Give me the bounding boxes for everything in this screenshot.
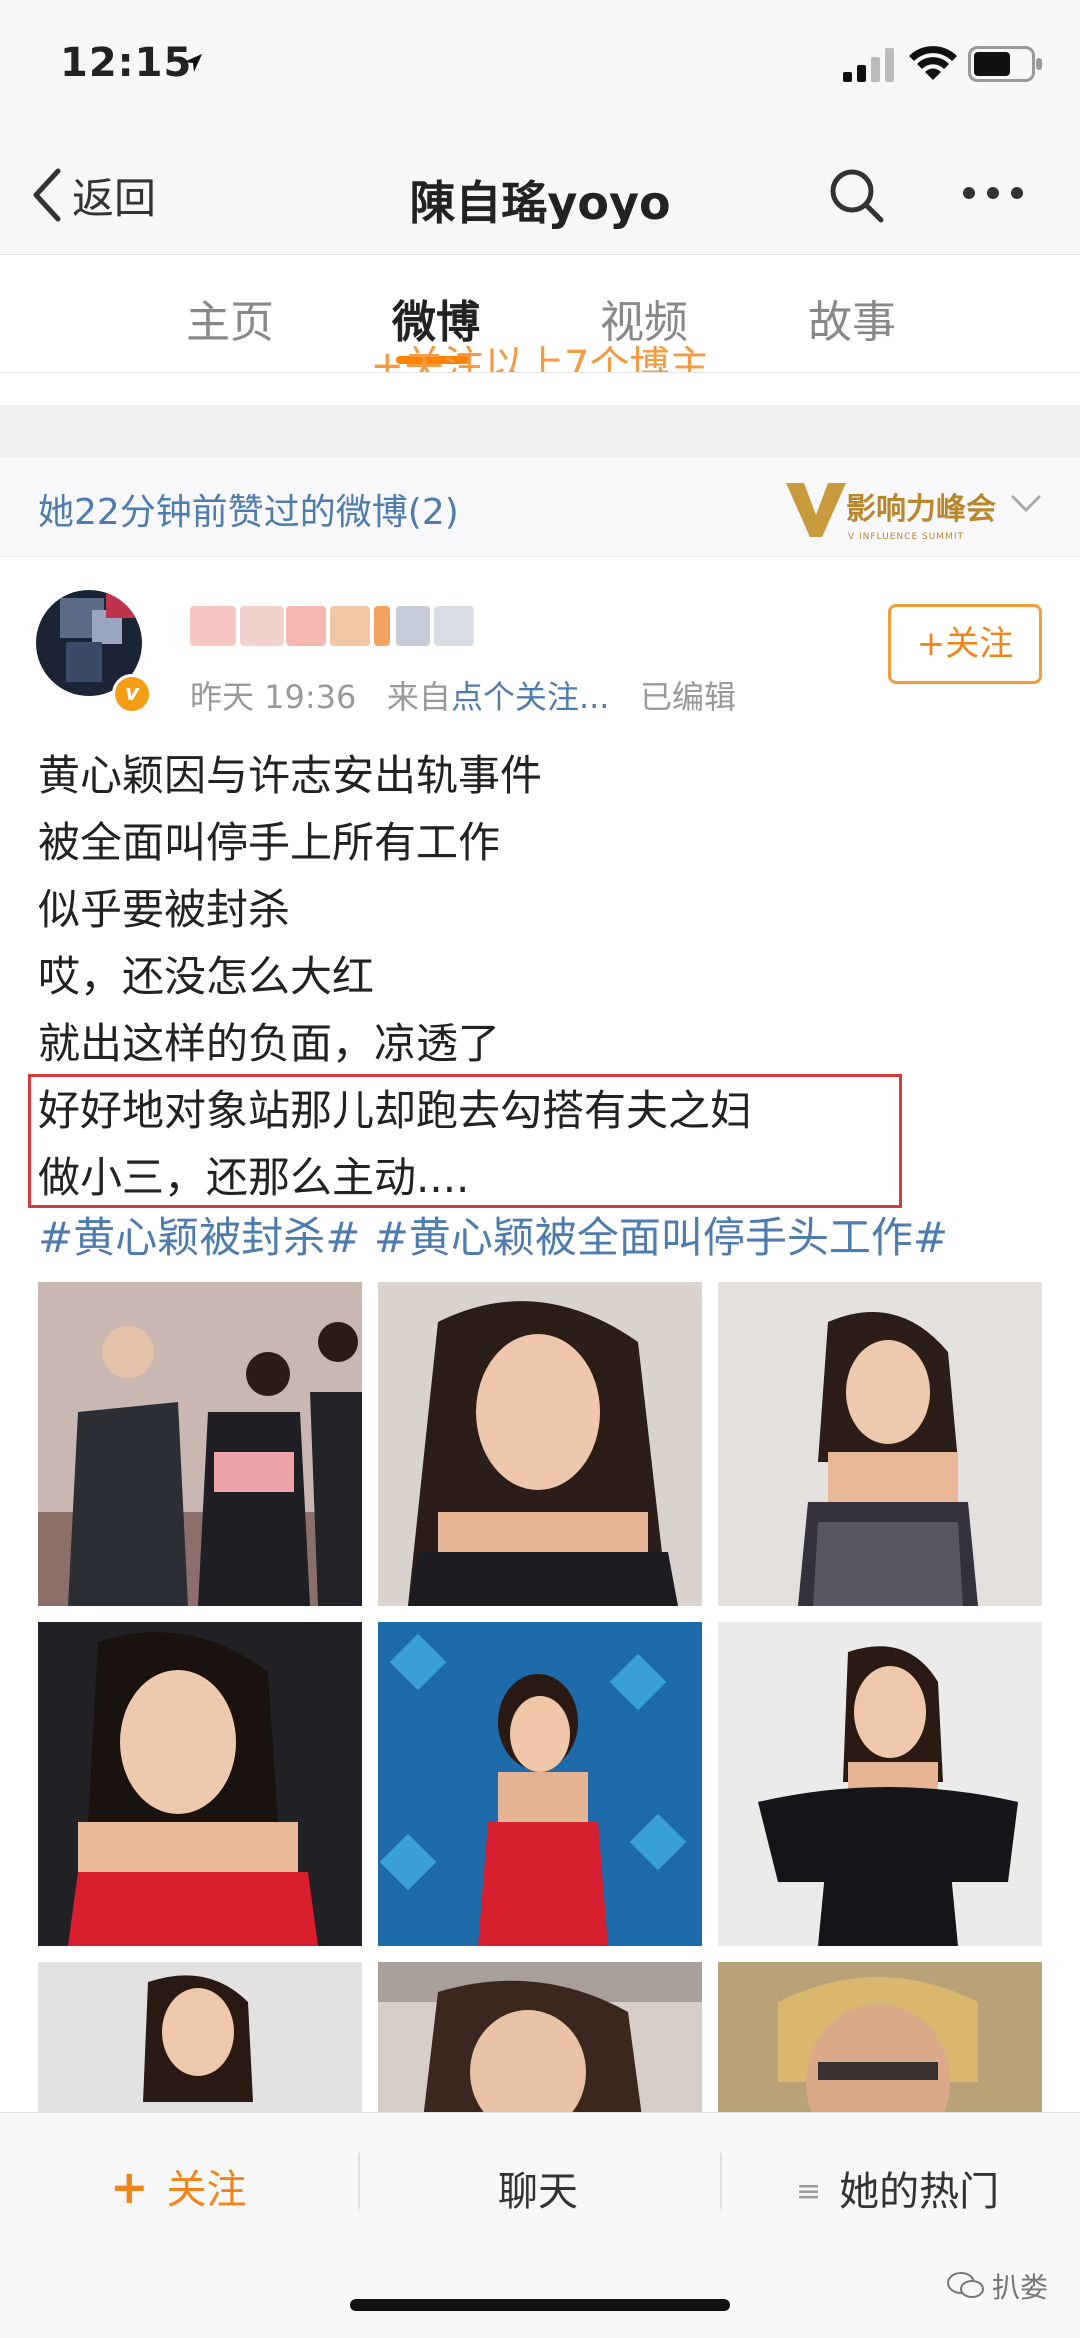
post-time: 昨天 19:36	[190, 678, 357, 716]
liked-posts-title: 她22分钟前赞过的微博(2)	[38, 492, 459, 533]
wechat-icon	[947, 2272, 984, 2298]
tab-home[interactable]: 主页	[186, 286, 274, 350]
cellular-signal-icon	[843, 48, 894, 82]
highlight-box	[28, 1074, 902, 1208]
chat-button[interactable]: 聊天	[498, 2159, 578, 2217]
menu-icon: ≡	[796, 2174, 822, 2209]
home-indicator[interactable]	[350, 2299, 730, 2311]
post-meta: 昨天 19:36 来自点个关注... 已编辑	[190, 672, 736, 718]
tab-video[interactable]: 视频	[600, 286, 688, 350]
watermark-text: 扒娄	[992, 2271, 1049, 2304]
photo-thumbnail[interactable]	[38, 1962, 362, 2112]
liked-posts-header[interactable]: 她22分钟前赞过的微博(2) 影响力峰会 V INFLUENCE SUMMIT	[0, 457, 1080, 557]
photo-grid	[38, 1282, 1042, 2112]
photo-thumbnail[interactable]	[378, 1962, 702, 2112]
chevron-down-icon[interactable]	[1010, 493, 1042, 515]
post-edited: 已编辑	[639, 678, 736, 716]
follow-button[interactable]: +关注	[888, 604, 1042, 684]
post-source-link[interactable]: 点个关注...	[451, 678, 610, 716]
photo-thumbnail[interactable]	[718, 1962, 1042, 2112]
tab-story[interactable]: 故事	[808, 286, 896, 350]
tab-weibo[interactable]: 微博	[392, 286, 480, 350]
blurred-username[interactable]	[190, 596, 480, 656]
plus-icon: +	[110, 2160, 149, 2214]
summit-badge-subtext: V INFLUENCE SUMMIT	[848, 532, 964, 542]
hashtag-links[interactable]: #黄心颖被封杀# #黄心颖被全面叫停手头工作#	[38, 1208, 948, 1268]
photo-thumbnail[interactable]	[38, 1282, 362, 1606]
bottom-follow-label: 关注	[166, 2167, 247, 2213]
status-bar: 12:15	[0, 0, 1080, 135]
search-icon[interactable]	[826, 165, 886, 225]
post-text-line: 哎，还没怎么大红	[38, 952, 375, 1001]
location-arrow-icon	[184, 54, 202, 72]
more-options-icon[interactable]	[960, 183, 1026, 203]
photo-thumbnail[interactable]	[38, 1622, 362, 1946]
summit-badge-text: 影响力峰会	[846, 492, 996, 527]
post-text-line: 被全面叫停手上所有工作	[38, 818, 501, 867]
wifi-icon	[909, 46, 957, 80]
photo-thumbnail[interactable]	[718, 1622, 1042, 1946]
hot-posts-button[interactable]: ≡ 她的热门	[796, 2159, 999, 2217]
divider	[358, 2153, 360, 2209]
battery-icon	[968, 46, 1042, 82]
bottom-follow-button[interactable]: + 关注	[110, 2157, 247, 2215]
influence-summit-logo: 影响力峰会 V INFLUENCE SUMMIT	[786, 483, 996, 542]
post-text-line: 黄心颖因与许志安出轨事件	[38, 751, 543, 800]
photo-thumbnail[interactable]	[378, 1622, 702, 1946]
page-title: 陳自瑤yoyo	[409, 176, 671, 230]
status-time: 12:15	[60, 40, 193, 86]
verified-badge-icon: v	[112, 674, 152, 714]
photo-thumbnail[interactable]	[378, 1282, 702, 1606]
nav-bar: 返回 陳自瑤yoyo	[0, 135, 1080, 255]
section-gap	[0, 405, 1080, 457]
photo-thumbnail[interactable]	[718, 1282, 1042, 1606]
post-source-prefix: 来自	[386, 678, 451, 716]
post-text-line: 就出这样的负面，凉透了	[38, 1019, 501, 1068]
hot-posts-label: 她的热门	[839, 2169, 1000, 2215]
divider	[720, 2153, 722, 2209]
post-text-line: 似乎要被封杀	[38, 885, 291, 934]
